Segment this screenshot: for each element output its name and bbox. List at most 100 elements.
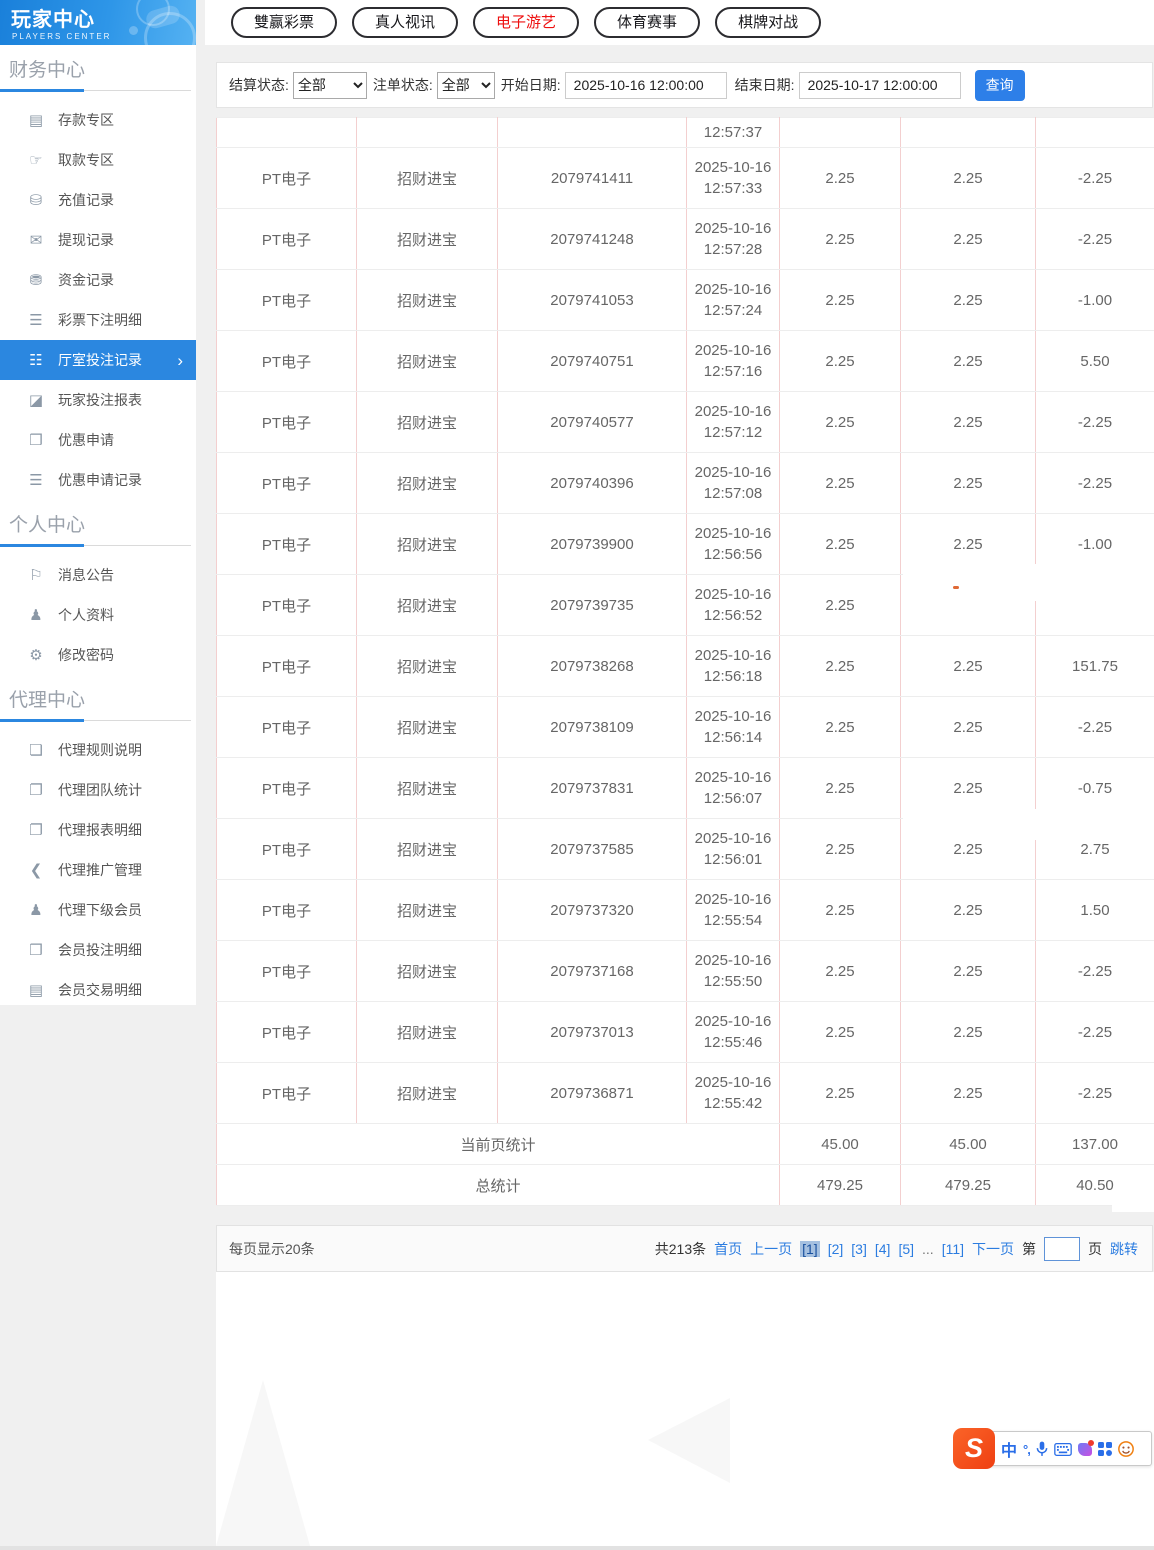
- sidebar-item-label: 会员交易明细: [58, 980, 142, 1000]
- sidebar-item-agent-promotion[interactable]: ❮ 代理推广管理: [0, 850, 196, 890]
- sidebar-section-title: 个人中心: [0, 500, 196, 544]
- page-link-1[interactable]: [1]: [800, 1241, 820, 1257]
- sidebar-item-messages[interactable]: ⚐ 消息公告: [0, 555, 196, 595]
- cell-game: 招财进宝: [357, 1002, 498, 1063]
- cell-order-number: 2079741248: [498, 209, 687, 270]
- cell-order-number: 2079737320: [498, 880, 687, 941]
- sidebar-item-member-transaction-details[interactable]: ▤ 会员交易明细: [0, 970, 196, 1010]
- sidebar-section: 财务中心 ▤ 存款专区 ☞ 取款专区 ⛁ 充值记录 ✉ 提现记录 ⛃ 资金记录 …: [0, 45, 196, 500]
- cell-time: 2025-10-1612:57:12: [687, 392, 780, 453]
- cell-time: 2025-10-1612:56:52: [687, 575, 780, 636]
- tab-board-games[interactable]: 棋牌对战: [715, 7, 821, 38]
- bet-records-table: 12:57:37 PT电子 招财进宝 2079741411 2025-10-16…: [216, 117, 1154, 1206]
- sidebar-item-label: 优惠申请: [58, 430, 114, 450]
- cell-valid-amount: 2.25: [901, 270, 1036, 331]
- sidebar-item-promo-apply-records[interactable]: ☰ 优惠申请记录: [0, 460, 196, 500]
- page-number-links: [1][2][3][4][5]...[11]: [800, 1241, 964, 1257]
- cell-game: 招财进宝: [357, 270, 498, 331]
- watermark-triangle: [216, 1380, 310, 1546]
- redaction-patch: [903, 809, 1154, 840]
- cell-time: 2025-10-1612:57:16: [687, 331, 780, 392]
- table-row: PT电子 招财进宝 2079741248 2025-10-1612:57:28 …: [217, 209, 1154, 270]
- profile-icon: ♟: [26, 606, 46, 624]
- sidebar-item-agent-team-stats[interactable]: ❐ 代理团队统计: [0, 770, 196, 810]
- tab-live-video[interactable]: 真人视讯: [352, 7, 458, 38]
- page-link-4[interactable]: [4]: [875, 1241, 891, 1257]
- sidebar-item-label: 代理规则说明: [58, 740, 142, 760]
- sidebar-item-withdrawal-records[interactable]: ✉ 提现记录: [0, 220, 196, 260]
- sidebar-item-label: 存款专区: [58, 110, 114, 130]
- goto-jump-link[interactable]: 跳转: [1110, 1239, 1138, 1259]
- punctuation-icon[interactable]: °,: [1023, 1442, 1030, 1457]
- tab-electronic-games[interactable]: 电子游艺: [473, 7, 579, 38]
- cell-game: 招财进宝: [357, 819, 498, 880]
- sidebar-item-label: 个人资料: [58, 605, 114, 625]
- apps-grid-icon[interactable]: [1098, 1442, 1112, 1456]
- sidebar-item-change-password[interactable]: ⚙ 修改密码: [0, 635, 196, 675]
- first-page-link[interactable]: 首页: [714, 1239, 742, 1259]
- sidebar-item-recharge-records[interactable]: ⛁ 充值记录: [0, 180, 196, 220]
- cell-win-loss: -2.25: [1036, 148, 1154, 209]
- agent-rules-icon: ❏: [26, 741, 46, 759]
- sidebar-item-label: 厅室投注记录: [58, 350, 142, 370]
- next-page-link[interactable]: 下一页: [972, 1239, 1014, 1259]
- cell-bet-amount: 2.25: [780, 392, 901, 453]
- page-link-2[interactable]: [2]: [828, 1241, 844, 1257]
- sidebar-item-funds-records[interactable]: ⛃ 资金记录: [0, 260, 196, 300]
- tab-lottery[interactable]: 雙赢彩票: [231, 7, 337, 38]
- sogou-logo-icon[interactable]: S: [953, 1428, 995, 1469]
- goto-page-input[interactable]: [1044, 1237, 1080, 1261]
- cell-platform: PT电子: [217, 209, 357, 270]
- messages-icon: ⚐: [26, 566, 46, 584]
- bet-time: 12:57:37: [687, 122, 779, 143]
- cell-bet-amount: 2.25: [780, 697, 901, 758]
- sidebar-item-withdraw-zone[interactable]: ☞ 取款专区: [0, 140, 196, 180]
- settle-status-select[interactable]: 全部: [293, 72, 367, 99]
- cell-bet-amount: 2.25: [780, 270, 901, 331]
- sidebar-item-lottery-bet-details[interactable]: ☰ 彩票下注明细: [0, 300, 196, 340]
- sidebar-item-agent-sub-members[interactable]: ♟ 代理下级会员: [0, 890, 196, 930]
- cell-order-number: 2079740577: [498, 392, 687, 453]
- microphone-icon[interactable]: [1036, 1441, 1048, 1457]
- sidebar-item-label: 代理下级会员: [58, 900, 142, 920]
- end-date-input[interactable]: [799, 72, 961, 99]
- settle-status-label: 结算状态:: [229, 75, 289, 95]
- ime-toolbar: S 中 °,: [953, 1428, 1154, 1470]
- order-status-select[interactable]: 全部: [437, 72, 495, 99]
- cell-order-number: 2079737831: [498, 758, 687, 819]
- page-link-11[interactable]: [11]: [942, 1241, 964, 1257]
- table-row: PT电子 招财进宝 2079737013 2025-10-1612:55:46 …: [217, 1002, 1154, 1063]
- sidebar-item-label: 彩票下注明细: [58, 310, 142, 330]
- summary-row: 当前页统计 45.00 45.00 137.00: [217, 1124, 1154, 1165]
- prev-page-link[interactable]: 上一页: [750, 1239, 792, 1259]
- sidebar-item-agent-rules[interactable]: ❏ 代理规则说明: [0, 730, 196, 770]
- tab-sports[interactable]: 体育赛事: [594, 7, 700, 38]
- cell-win-loss: 5.50: [1036, 331, 1154, 392]
- cell-bet-amount: 2.25: [780, 331, 901, 392]
- sidebar-item-label: 修改密码: [58, 645, 114, 665]
- search-button[interactable]: 查询: [975, 70, 1025, 101]
- start-date-input[interactable]: [565, 72, 727, 99]
- sidebar-item-hall-bet-records[interactable]: ☷ 厅室投注记录 ›: [0, 340, 196, 380]
- game-category-tabs: 雙赢彩票 真人视讯 电子游艺 体育赛事 棋牌对战: [205, 0, 1154, 45]
- sidebar-item-player-bet-report[interactable]: ◪ 玩家投注报表: [0, 380, 196, 420]
- cell-order-number: 2079737585: [498, 819, 687, 880]
- goto-prefix-label: 第: [1022, 1239, 1036, 1259]
- page-link-5[interactable]: [5]: [898, 1241, 914, 1257]
- chinese-mode-icon[interactable]: 中: [1001, 1437, 1017, 1461]
- skin-icon[interactable]: [1078, 1443, 1092, 1456]
- cell-order-number: 2079737013: [498, 1002, 687, 1063]
- lottery-bet-details-icon: ☰: [26, 311, 46, 329]
- cell-win-loss: -2.25: [1036, 941, 1154, 1002]
- sidebar-item-profile[interactable]: ♟ 个人资料: [0, 595, 196, 635]
- cell-platform: PT电子: [217, 1002, 357, 1063]
- sidebar-item-promo-apply[interactable]: ❒ 优惠申请: [0, 420, 196, 460]
- cell-valid-amount: 2.25: [901, 941, 1036, 1002]
- sidebar-item-member-bet-details[interactable]: ❒ 会员投注明细: [0, 930, 196, 970]
- emoji-icon[interactable]: [1118, 1441, 1134, 1457]
- sidebar-item-deposit-zone[interactable]: ▤ 存款专区: [0, 100, 196, 140]
- summary-label: 当前页统计: [217, 1124, 780, 1165]
- page-link-3[interactable]: [3]: [851, 1241, 867, 1257]
- sidebar-item-agent-report-details[interactable]: ❐ 代理报表明细: [0, 810, 196, 850]
- keyboard-icon[interactable]: [1054, 1443, 1072, 1456]
